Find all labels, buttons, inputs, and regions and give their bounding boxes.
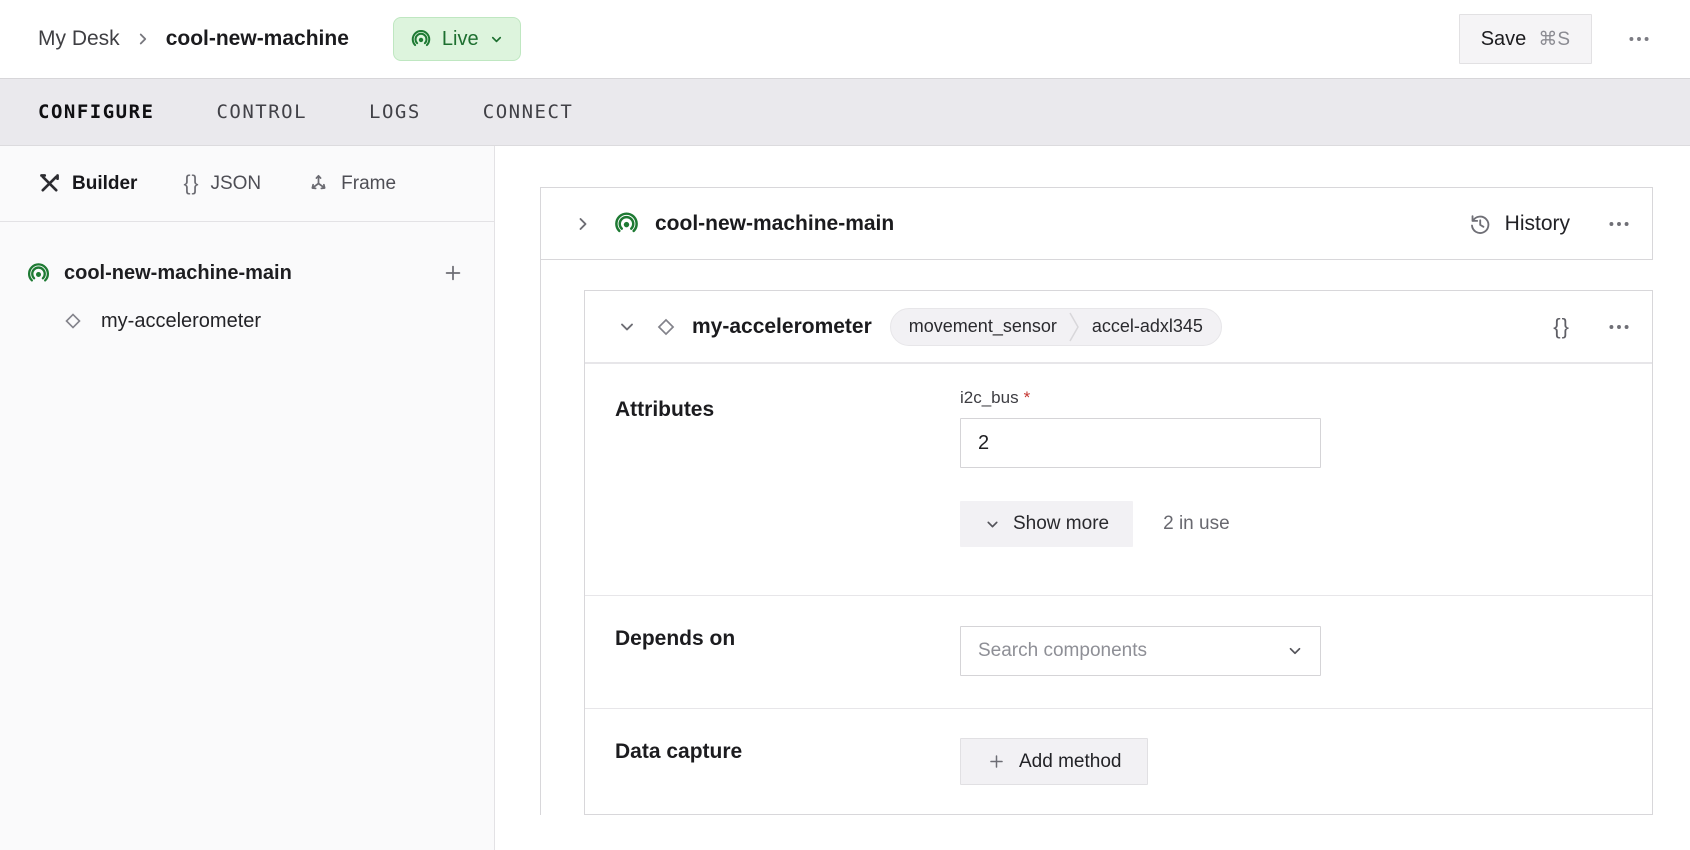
tools-icon (38, 172, 61, 195)
tree-item-label: my-accelerometer (101, 310, 261, 333)
chevron-down-icon (1286, 642, 1304, 660)
tab-connect[interactable]: CONNECT (483, 101, 574, 123)
field-label-i2c-bus: i2c_bus * (960, 388, 1321, 408)
history-icon (1467, 211, 1493, 237)
broadcast-icon (410, 28, 432, 50)
overflow-menu-icon[interactable] (1606, 314, 1632, 340)
attributes-fields: i2c_bus * Show more 2 in use (960, 388, 1321, 547)
tree-item-machine-main[interactable]: cool-new-machine-main (0, 250, 494, 296)
attributes-label: Attributes (615, 398, 714, 422)
component-type-label: movement_sensor (909, 316, 1057, 337)
add-method-button[interactable]: Add method (960, 738, 1148, 785)
tree-connector-line (540, 260, 541, 815)
component-type-badge: movement_sensor accel-adxl345 (890, 308, 1222, 346)
json-mode-icon[interactable]: {} (1553, 314, 1570, 340)
braces-icon: {} (183, 172, 199, 196)
broadcast-icon (613, 210, 640, 237)
add-component-icon[interactable] (442, 262, 464, 284)
overflow-menu-icon[interactable] (1626, 26, 1652, 52)
machine-part-card: cool-new-machine-main History (540, 187, 1653, 260)
view-tab-json[interactable]: {} JSON (183, 172, 261, 196)
show-more-button[interactable]: Show more (960, 501, 1133, 547)
add-method-label: Add method (1019, 751, 1121, 773)
broadcast-icon (26, 261, 51, 286)
component-card-accelerometer: my-accelerometer movement_sensor accel-a… (584, 290, 1653, 815)
view-tab-builder[interactable]: Builder (38, 172, 137, 195)
frame-axes-icon (307, 172, 330, 195)
diamond-icon (62, 310, 84, 332)
live-status-label: Live (442, 28, 479, 51)
save-label: Save (1481, 28, 1527, 51)
field-name: i2c_bus (960, 388, 1019, 407)
view-mode-tabs: Builder {} JSON Frame (0, 146, 494, 222)
badge-separator-chevron-icon (1069, 310, 1080, 344)
tree-item-label: cool-new-machine-main (64, 262, 429, 285)
breadcrumb-chevron-icon (134, 30, 152, 48)
tab-configure[interactable]: CONFIGURE (38, 101, 154, 123)
view-tab-builder-label: Builder (72, 173, 137, 195)
view-tab-json-label: JSON (210, 173, 261, 195)
component-card-header: my-accelerometer movement_sensor accel-a… (585, 291, 1652, 363)
top-bar: My Desk cool-new-machine Live Save ⌘S (0, 0, 1690, 78)
chevron-down-icon[interactable] (617, 317, 637, 337)
data-capture-label: Data capture (615, 740, 742, 764)
component-card-actions: {} (1553, 314, 1632, 340)
save-button[interactable]: Save ⌘S (1459, 14, 1592, 64)
data-capture-section: Data capture Add method (585, 708, 1652, 814)
chevron-down-icon (489, 32, 504, 47)
config-sidebar: Builder {} JSON Frame (0, 146, 495, 850)
chevron-right-icon[interactable] (573, 214, 593, 234)
depends-on-select[interactable]: Search components (960, 626, 1321, 676)
chevron-down-icon (984, 516, 1001, 533)
depends-on-label: Depends on (615, 627, 735, 651)
tab-control[interactable]: CONTROL (216, 101, 307, 123)
nav-tab-bar: CONFIGURE CONTROL LOGS CONNECT (0, 78, 1690, 146)
machine-part-title: cool-new-machine-main (655, 212, 894, 236)
component-model-label: accel-adxl345 (1092, 316, 1203, 337)
i2c-bus-input[interactable] (960, 418, 1321, 468)
view-tab-frame-label: Frame (341, 173, 396, 195)
breadcrumb-parent[interactable]: My Desk (38, 27, 120, 51)
overflow-menu-icon[interactable] (1606, 211, 1632, 237)
depends-on-placeholder: Search components (978, 640, 1286, 662)
config-main-panel: cool-new-machine-main History (495, 146, 1690, 850)
save-shortcut: ⌘S (1538, 28, 1570, 51)
history-label: History (1505, 212, 1570, 236)
view-tab-frame[interactable]: Frame (307, 172, 396, 195)
depends-on-section: Depends on Search components (585, 595, 1652, 708)
live-status-dropdown[interactable]: Live (393, 17, 521, 61)
attributes-usage-count: 2 in use (1163, 513, 1230, 535)
breadcrumb-current: cool-new-machine (166, 27, 349, 51)
attributes-footer: Show more 2 in use (960, 501, 1321, 547)
component-tree: cool-new-machine-main my-accelerometer (0, 222, 494, 344)
show-more-label: Show more (1013, 513, 1109, 535)
diamond-icon (654, 315, 678, 339)
plus-icon (987, 752, 1006, 771)
component-title: my-accelerometer (692, 315, 872, 339)
attributes-section: Attributes i2c_bus * Show more 2 in use (585, 363, 1652, 595)
tab-logs[interactable]: LOGS (369, 101, 421, 123)
required-asterisk: * (1024, 388, 1031, 407)
tree-item-accelerometer[interactable]: my-accelerometer (0, 298, 494, 344)
history-button[interactable]: History (1467, 211, 1570, 237)
